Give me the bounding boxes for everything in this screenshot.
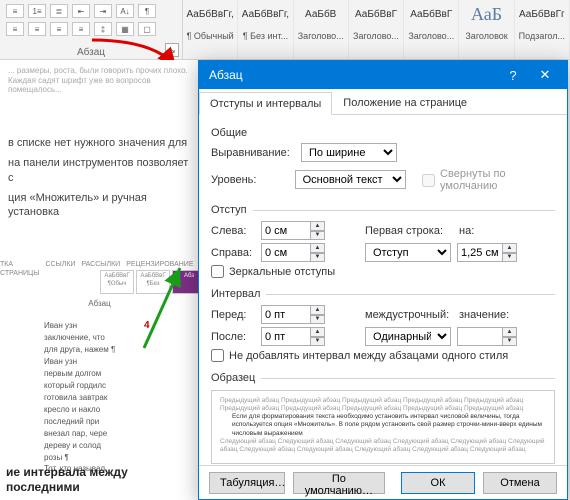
collapse-default-checkbox (422, 174, 435, 187)
indent-inc-icon[interactable]: ⇥ (94, 4, 112, 18)
document-background: ... размеры, роста, были говорить прочих… (0, 60, 200, 500)
justify-icon[interactable]: ≡ (72, 22, 90, 36)
by-label: на: (459, 225, 509, 237)
before-label: Перед: (211, 309, 255, 321)
preview-dark: Если для форматирования текста необходим… (220, 413, 546, 437)
default-button[interactable]: По умолчанию… (293, 472, 385, 494)
mini-tabs: ТКА СТРАНИЦЫССЫЛКИРАССЫЛКИРЕЦЕНЗИРОВАНИЕ… (0, 260, 70, 270)
firstline-label: Первая строка: (365, 225, 453, 237)
align-combo[interactable]: По ширине (301, 143, 397, 162)
style-item[interactable]: АаБбВвГЗаголово... (349, 0, 404, 58)
align-label: Выравнивание: (211, 147, 295, 159)
align-right-icon[interactable]: ≡ (50, 22, 68, 36)
doc-line: на панели инструментов позволяет с (8, 156, 191, 185)
preview-gray2: Следующий абзац Следующий абзац Следующи… (220, 438, 546, 454)
dialog-title: Абзац (209, 68, 497, 82)
spin-down-icon[interactable]: ▼ (311, 231, 325, 241)
paragraph-group-label: Абзац (0, 47, 182, 58)
styles-gallery[interactable]: АаБбВвГг,¶ ОбычныйАаБбВвГг,¶ Без инт...А… (183, 0, 570, 59)
style-item[interactable]: АаБбВвГг,¶ Без инт... (238, 0, 293, 58)
tab-indents[interactable]: Отступы и интервалы (199, 92, 332, 115)
mirror-indents-checkbox[interactable] (211, 265, 224, 278)
preview-box: Предыдущий абзац Предыдущий абзац Предыд… (211, 390, 555, 464)
spin-down-icon[interactable]: ▼ (311, 337, 325, 347)
nospace-samestyle-label: Не добавлять интервал между абзацами одн… (229, 350, 508, 362)
doc-line: в списке нет нужного значения для (8, 136, 191, 150)
spin-down-icon[interactable]: ▼ (503, 253, 517, 263)
style-item[interactable]: АаБЗаголовок (459, 0, 514, 58)
linespacing-icon[interactable]: ‡ (94, 22, 112, 36)
spin-up-icon[interactable]: ▲ (311, 327, 325, 337)
style-item[interactable]: АаБбВвГг,¶ Обычный (183, 0, 238, 58)
spin-up-icon[interactable]: ▲ (311, 243, 325, 253)
pilcrow-icon[interactable]: ¶ (138, 4, 156, 18)
space-before-input[interactable] (261, 305, 311, 324)
indent-right-input[interactable] (261, 243, 311, 262)
right-label: Справа: (211, 247, 255, 259)
nospace-samestyle-checkbox[interactable] (211, 349, 224, 362)
style-item[interactable]: АаБбВЗаголово... (294, 0, 349, 58)
help-button[interactable]: ? (497, 61, 529, 89)
paragraph-mini-icons: ≡ 1≡ ≣ ⇤ ⇥ A↓ ¶ ≡ ≡ ≡ ≡ ‡ ▦ ▢ (6, 4, 176, 36)
marker-4: 4 (144, 320, 150, 331)
spin-up-icon[interactable]: ▲ (311, 305, 325, 315)
spin-up-icon[interactable]: ▲ (503, 243, 517, 253)
close-button[interactable]: ✕ (529, 61, 561, 89)
spin-up-icon[interactable]: ▲ (503, 327, 517, 337)
section-indent: Отступ (211, 204, 253, 216)
level-combo[interactable]: Основной текст (295, 170, 406, 189)
tab-pageposition[interactable]: Положение на странице (332, 91, 478, 114)
firstline-combo[interactable]: Отступ (365, 243, 451, 262)
paragraph-group: ≡ 1≡ ≣ ⇤ ⇥ A↓ ¶ ≡ ≡ ≡ ≡ ‡ ▦ ▢ Абзац ↘ (0, 0, 183, 60)
dialog-body: Общие Выравнивание: По ширине Уровень: О… (199, 115, 567, 465)
indent-dec-icon[interactable]: ⇤ (72, 4, 90, 18)
spin-down-icon[interactable]: ▼ (311, 315, 325, 325)
bullets-icon[interactable]: ≡ (6, 4, 24, 18)
ribbon: ≡ 1≡ ≣ ⇤ ⇥ A↓ ¶ ≡ ≡ ≡ ≡ ‡ ▦ ▢ Абзац ↘ Аа… (0, 0, 570, 60)
dialog-footer: Табуляция… По умолчанию… ОК Отмена (199, 465, 567, 499)
section-preview: Образец (211, 372, 261, 384)
after-label: После: (211, 331, 255, 343)
cancel-button[interactable]: Отмена (483, 472, 557, 494)
paragraph-dialog: Абзац ? ✕ Отступы и интервалы Положение … (198, 60, 568, 500)
footer-heading: ие интервала между последними (6, 465, 199, 496)
paragraph-dialog-launcher[interactable]: ↘ (165, 43, 179, 57)
borders-icon[interactable]: ▢ (138, 22, 156, 36)
mini-para-label: Абзац (8, 299, 191, 309)
section-spacing: Интервал (211, 288, 266, 300)
tabs-button[interactable]: Табуляция… (209, 472, 285, 494)
left-label: Слева: (211, 225, 255, 237)
multilevel-icon[interactable]: ≣ (50, 4, 68, 18)
collapse-default-label: Свернуты по умолчанию (440, 168, 555, 192)
align-center-icon[interactable]: ≡ (28, 22, 46, 36)
spin-up-icon[interactable]: ▲ (311, 221, 325, 231)
ls-at-label: значение: (459, 309, 509, 321)
mirror-indents-label: Зеркальные отступы (229, 266, 335, 278)
dialog-tabs: Отступы и интервалы Положение на страниц… (199, 89, 567, 115)
section-general: Общие (211, 127, 555, 139)
spin-down-icon[interactable]: ▼ (503, 337, 517, 347)
numbering-icon[interactable]: 1≡ (28, 4, 46, 18)
sort-icon[interactable]: A↓ (116, 4, 134, 18)
spin-down-icon[interactable]: ▼ (311, 253, 325, 263)
linespacing-at-input[interactable] (457, 327, 503, 346)
dialog-titlebar: Абзац ? ✕ (199, 61, 567, 89)
secondary-style-boxes: АаБбВвГ¶ОбычАаБбВвГ¶БезАбз (100, 270, 200, 294)
indent-left-input[interactable] (261, 221, 311, 240)
align-left-icon[interactable]: ≡ (6, 22, 24, 36)
style-item[interactable]: АаБбВвГгПодзагол... (515, 0, 570, 58)
style-item[interactable]: АаБбВвГЗаголово... (404, 0, 459, 58)
space-after-input[interactable] (261, 327, 311, 346)
linespacing-label: междустрочный: (365, 309, 453, 321)
firstline-by-input[interactable] (457, 243, 503, 262)
level-label: Уровень: (211, 174, 289, 186)
shading-icon[interactable]: ▦ (116, 22, 134, 36)
linespacing-combo[interactable]: Одинарный (365, 327, 451, 346)
preview-gray: Предыдущий абзац Предыдущий абзац Предыд… (220, 397, 546, 413)
ok-button[interactable]: ОК (401, 472, 475, 494)
doc-line: ция «Множитель» и ручная установка (8, 191, 191, 220)
